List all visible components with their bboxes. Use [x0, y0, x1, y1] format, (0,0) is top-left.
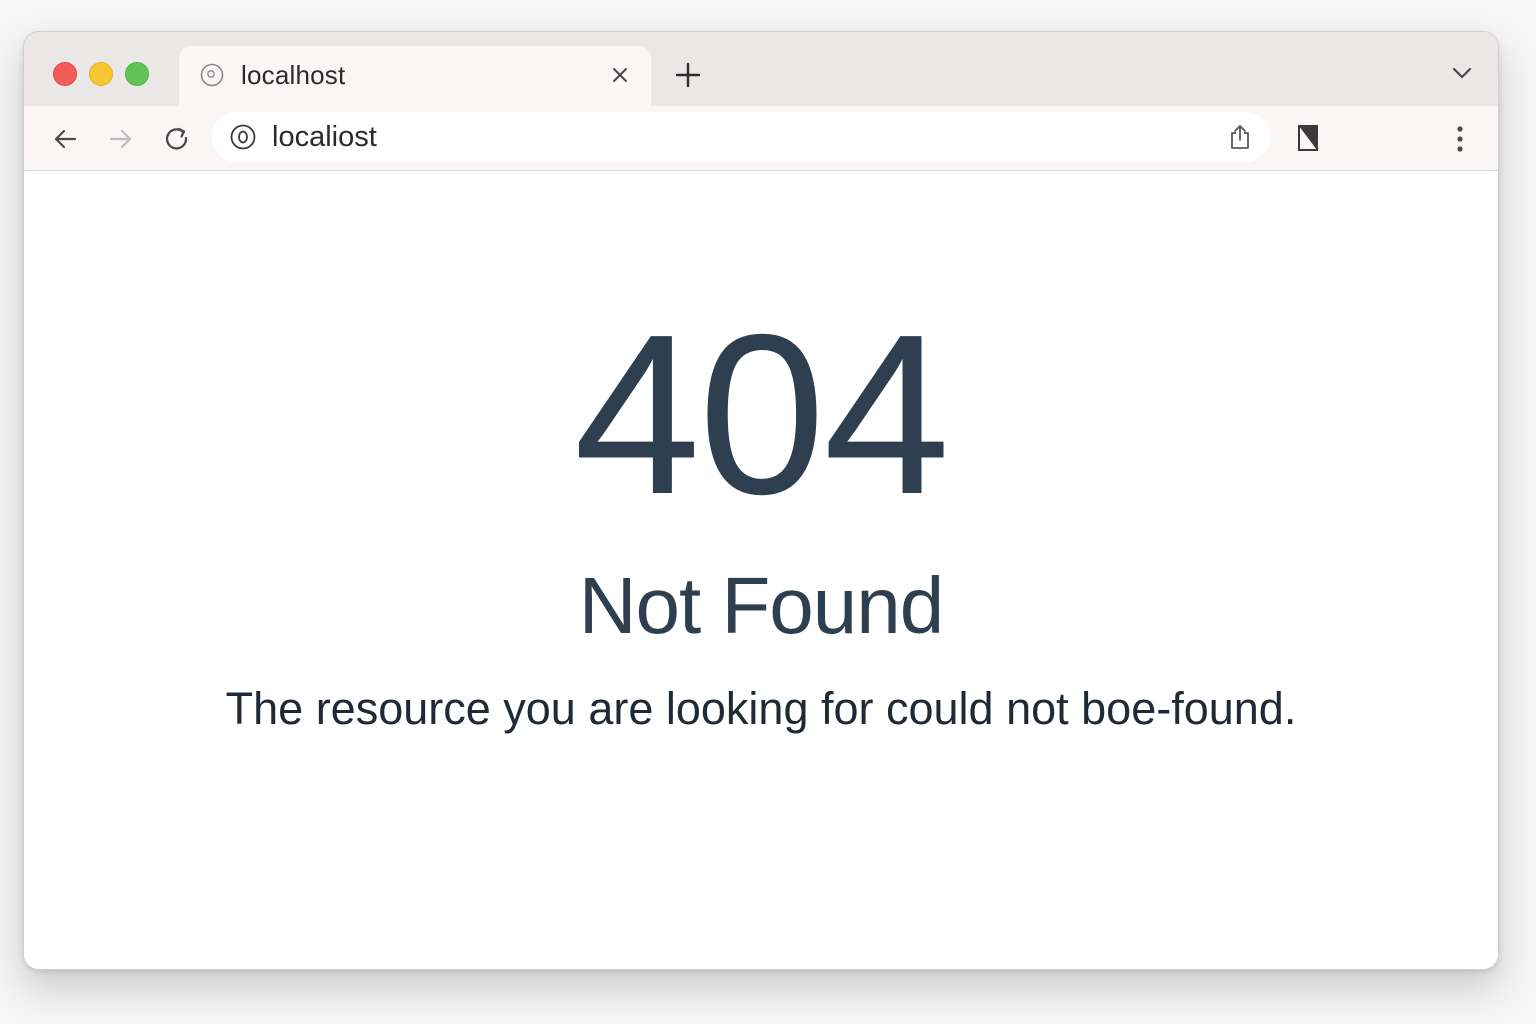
error-code: 404 [573, 288, 950, 542]
minimize-window-button[interactable] [89, 62, 113, 86]
forward-arrow-icon[interactable] [106, 124, 136, 154]
back-arrow-icon[interactable] [50, 124, 80, 154]
maximize-window-button[interactable] [125, 62, 149, 86]
address-bar[interactable]: localiost [212, 112, 1270, 162]
chevron-down-icon[interactable] [1452, 66, 1472, 80]
close-window-button[interactable] [53, 62, 77, 86]
page-content: 404 Not Found The resource you are looki… [24, 171, 1498, 969]
reader-mode-icon[interactable] [1296, 124, 1320, 152]
close-tab-icon[interactable] [609, 64, 631, 86]
error-message: The resource you are looking for could n… [225, 683, 1297, 734]
more-menu-icon[interactable] [1450, 124, 1470, 154]
browser-window: localhost localiost 404 Not Found The re… [23, 31, 1499, 970]
new-tab-button[interactable] [674, 61, 702, 89]
share-icon[interactable] [1228, 124, 1252, 150]
url-text[interactable]: localiost [272, 121, 377, 154]
tab-title: localhost [241, 60, 346, 90]
tab-strip: localhost [24, 32, 1498, 108]
site-info-icon[interactable] [230, 124, 256, 150]
active-tab[interactable]: localhost [179, 46, 651, 108]
reload-icon[interactable] [162, 124, 192, 154]
toolbar: localiost [24, 106, 1498, 171]
globe-icon [200, 63, 224, 87]
error-title: Not Found [578, 561, 945, 650]
